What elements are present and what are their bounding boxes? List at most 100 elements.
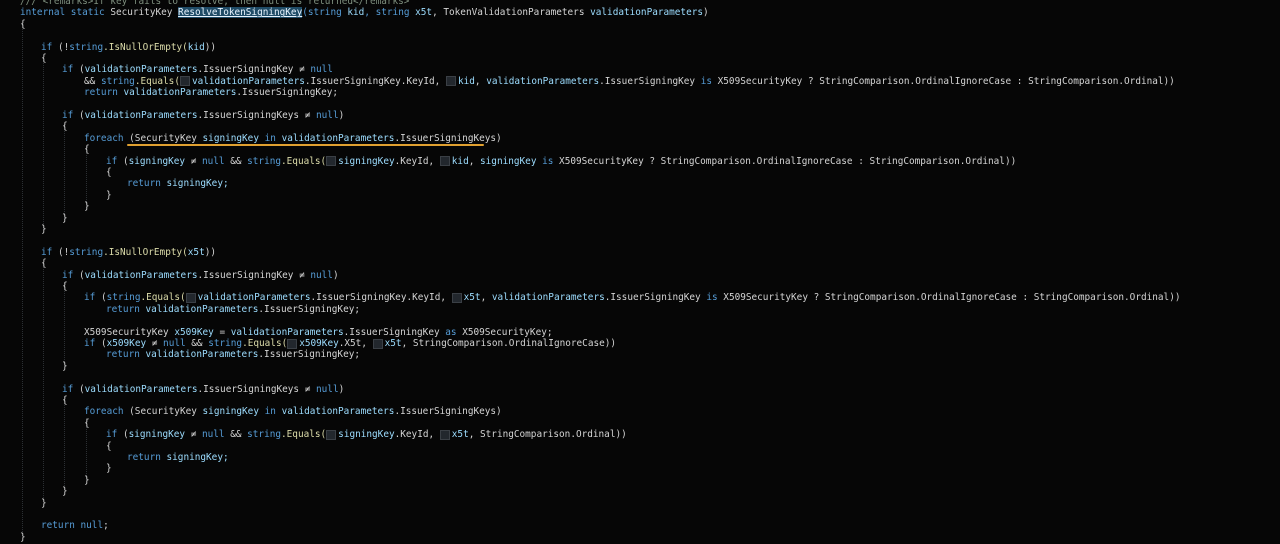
parameter-hint-icon (445, 76, 456, 87)
code-token: validationParameters (281, 132, 395, 144)
code-token: validationParameters (197, 292, 311, 304)
code-token: string (247, 155, 282, 167)
code-token: { (84, 417, 90, 429)
code-line[interactable]: } (62, 361, 68, 373)
code-token: .IssuerSigningKeys) (394, 132, 502, 144)
code-line[interactable]: && string.Equals(validationParameters.Is… (84, 76, 1175, 88)
code-token: .IssuerSigningKey (604, 292, 707, 304)
code-line[interactable]: if (signingKey ≠ null && string.Equals(s… (106, 429, 627, 441)
code-token: signingKey (480, 155, 537, 167)
code-line[interactable]: return signingKey; (127, 452, 229, 464)
code-token: if (106, 155, 123, 167)
code-line[interactable]: return null; (41, 520, 109, 532)
code-line[interactable]: { (41, 53, 47, 65)
code-line[interactable]: foreach (SecurityKey signingKey in valid… (84, 133, 502, 145)
code-token: ≠ (185, 155, 202, 167)
code-token: X509SecurityKey ? StringComparison.Ordin… (723, 292, 1181, 304)
code-line[interactable]: } (106, 190, 112, 202)
code-line[interactable]: } (84, 201, 90, 213)
code-token: .IssuerSigningKeys ≠ (197, 110, 317, 121)
code-line[interactable]: { (106, 441, 112, 453)
code-line[interactable]: if (x509Key ≠ null && string.Equals(x509… (84, 338, 616, 350)
code-token: = (213, 326, 231, 338)
code-token: } (106, 189, 112, 201)
code-token: (string (302, 7, 348, 19)
code-line[interactable]: { (62, 281, 68, 293)
code-token: null (316, 383, 339, 395)
code-line[interactable]: X509SecurityKey x509Key = validationPara… (84, 327, 553, 339)
code-token: .IsNullOrEmpty( (103, 246, 188, 258)
code-token: ) (703, 7, 709, 19)
parameter-hint-icon (179, 76, 190, 87)
code-line[interactable]: if (!string.IsNullOrEmpty(kid)) (41, 42, 216, 54)
code-token: ) (332, 269, 339, 281)
code-line[interactable]: { (62, 121, 68, 133)
code-line[interactable]: if (validationParameters.IssuerSigningKe… (62, 64, 333, 76)
code-token: is (706, 292, 724, 304)
code-token: , StringComparison.Ordinal)) (468, 429, 627, 441)
code-token: in (258, 132, 282, 144)
code-token: if (41, 246, 58, 258)
parameter-hint-icon (185, 292, 196, 303)
code-token: kid (187, 41, 205, 53)
parameter-hint-icon (439, 429, 450, 440)
code-token: } (62, 212, 68, 224)
code-editor[interactable]: /// <remarks>If key fails to resolve, th… (0, 0, 1280, 543)
code-token: null (201, 155, 225, 167)
code-line[interactable]: if (!string.IsNullOrEmpty(x5t)) (41, 247, 216, 259)
code-token: .Equals( (140, 292, 186, 304)
code-token: if (106, 429, 123, 441)
code-token: validationParameters (191, 75, 305, 87)
code-line[interactable]: return signingKey; (127, 178, 229, 190)
code-line[interactable]: if (validationParameters.IssuerSigningKe… (62, 110, 344, 122)
code-token: x5t (463, 292, 481, 304)
code-token: signingKey (202, 406, 259, 418)
code-token: validationParameters (590, 7, 704, 19)
code-token: validationParameters (123, 87, 237, 99)
code-line[interactable]: { (84, 144, 90, 156)
code-token: SecurityKey (110, 7, 179, 19)
code-token: { (84, 144, 90, 156)
code-token: .Equals( (281, 155, 327, 167)
code-token: validationParameters (84, 383, 198, 395)
code-line[interactable]: { (62, 395, 68, 407)
code-line[interactable]: } (84, 475, 90, 487)
code-line[interactable]: foreach (SecurityKey signingKey in valid… (84, 406, 502, 418)
code-token: as (445, 326, 463, 338)
code-token: && (84, 75, 101, 87)
code-line[interactable]: { (84, 418, 90, 430)
hand-drawn-underline-annotation (127, 144, 484, 146)
code-token: null (310, 64, 333, 76)
code-line[interactable]: } (62, 213, 68, 225)
code-line[interactable]: if (string.Equals(validationParameters.I… (84, 292, 1180, 304)
code-token: , (474, 75, 487, 87)
code-token: return (127, 452, 167, 463)
code-line[interactable]: return validationParameters.IssuerSignin… (106, 349, 360, 361)
code-token: string (69, 246, 104, 258)
code-token: .Equals( (134, 75, 180, 87)
code-line[interactable]: } (20, 532, 26, 544)
code-token: return (127, 178, 167, 190)
code-token: , string (364, 7, 416, 19)
code-token: X509SecurityKey (84, 326, 175, 338)
code-line[interactable]: { (106, 167, 112, 179)
code-line[interactable]: } (106, 463, 112, 475)
code-line[interactable]: if (validationParameters.IssuerSigningKe… (62, 270, 339, 282)
code-token: x5t (415, 7, 433, 19)
code-line[interactable]: } (41, 498, 47, 510)
code-line[interactable]: { (20, 19, 26, 31)
code-line[interactable]: internal static SecurityKey ResolveToken… (20, 7, 709, 19)
code-line[interactable]: } (41, 224, 47, 236)
parameter-hint-icon (439, 156, 450, 167)
code-token: { (62, 395, 68, 406)
code-line[interactable]: { (41, 258, 47, 270)
code-token: } (62, 486, 68, 498)
code-line[interactable]: if (signingKey ≠ null && string.Equals(s… (106, 156, 1016, 168)
code-line[interactable]: return validationParameters.IssuerSignin… (84, 87, 338, 99)
code-line[interactable]: } (62, 486, 68, 498)
code-token: string (208, 338, 243, 349)
code-line[interactable]: if (validationParameters.IssuerSigningKe… (62, 384, 344, 396)
code-line[interactable]: return validationParameters.IssuerSignin… (106, 304, 360, 316)
code-token: { (106, 440, 112, 452)
code-token: (! (57, 246, 70, 258)
